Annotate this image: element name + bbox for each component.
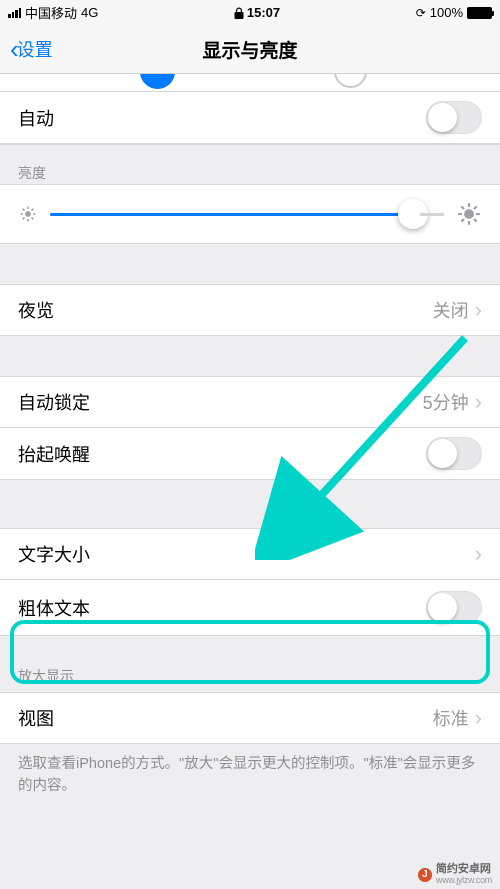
- night-shift-label: 夜览: [18, 297, 433, 323]
- brightness-header: 亮度: [0, 144, 500, 184]
- network-label: 4G: [81, 5, 98, 20]
- bold-text-row[interactable]: 粗体文本: [0, 580, 500, 636]
- rotation-lock-icon: ⟳: [416, 6, 426, 20]
- text-size-row[interactable]: 文字大小 ›: [0, 528, 500, 580]
- auto-row[interactable]: 自动: [0, 92, 500, 144]
- carrier-label: 中国移动: [25, 3, 77, 22]
- appearance-dark-radio[interactable]: [334, 74, 367, 88]
- night-shift-value: 关闭: [433, 297, 469, 323]
- battery-icon: [467, 7, 492, 19]
- auto-lock-value: 5分钟: [423, 389, 469, 415]
- chevron-right-icon: ›: [475, 541, 482, 567]
- view-value: 标准: [433, 705, 469, 731]
- view-label: 视图: [18, 705, 433, 731]
- zoom-header: 放大显示: [0, 636, 500, 692]
- text-size-label: 文字大小: [18, 541, 475, 567]
- bold-text-label: 粗体文本: [18, 595, 426, 621]
- auto-lock-label: 自动锁定: [18, 389, 423, 415]
- bold-text-toggle[interactable]: [426, 591, 482, 624]
- zoom-footer: 选取查看iPhone的方式。"放大"会显示更大的控制项。"标准"会显示更多的内容…: [0, 744, 500, 828]
- back-button[interactable]: ‹ 设置: [10, 36, 53, 62]
- raise-wake-label: 抬起唤醒: [18, 441, 426, 467]
- chevron-right-icon: ›: [475, 297, 482, 323]
- chevron-right-icon: ›: [475, 389, 482, 415]
- watermark-logo: J: [418, 868, 432, 882]
- auto-label: 自动: [18, 105, 426, 131]
- watermark: J 简约安卓网 www.jylzw.com: [418, 864, 492, 885]
- back-label: 设置: [17, 36, 53, 62]
- nav-bar: ‹ 设置 显示与亮度: [0, 25, 500, 74]
- brightness-slider-row: [0, 184, 500, 244]
- sun-large-icon: [456, 201, 482, 227]
- brightness-slider[interactable]: [50, 213, 444, 216]
- lock-icon: [234, 7, 244, 19]
- appearance-light-radio[interactable]: [140, 74, 175, 89]
- appearance-row-partial: [0, 74, 500, 92]
- view-row[interactable]: 视图 标准 ›: [0, 692, 500, 744]
- watermark-url: www.jylzw.com: [436, 876, 492, 885]
- sun-small-icon: [18, 204, 38, 224]
- signal-icon: [8, 8, 21, 18]
- auto-toggle[interactable]: [426, 101, 482, 134]
- chevron-right-icon: ›: [475, 705, 482, 731]
- raise-wake-toggle[interactable]: [426, 437, 482, 470]
- clock-label: 15:07: [247, 5, 280, 20]
- auto-lock-row[interactable]: 自动锁定 5分钟 ›: [0, 376, 500, 428]
- slider-thumb[interactable]: [398, 199, 428, 229]
- page-title: 显示与亮度: [0, 36, 500, 63]
- status-bar: 中国移动 4G 15:07 ⟳ 100%: [0, 0, 500, 25]
- battery-label: 100%: [430, 5, 463, 20]
- night-shift-row[interactable]: 夜览 关闭 ›: [0, 284, 500, 336]
- raise-wake-row[interactable]: 抬起唤醒: [0, 428, 500, 480]
- watermark-title: 简约安卓网: [436, 864, 492, 876]
